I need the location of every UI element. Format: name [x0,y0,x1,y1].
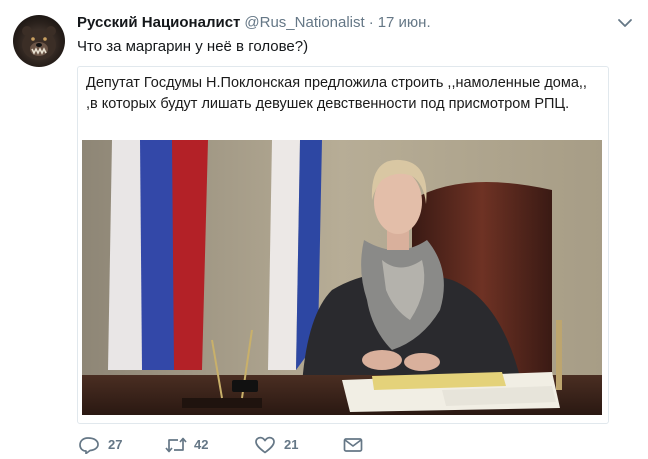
envelope-icon [343,438,363,452]
retweet-button[interactable]: 42 [164,435,224,455]
bear-avatar-image [22,26,56,60]
timestamp[interactable]: 17 июн. [378,14,431,31]
like-button[interactable]: 21 [254,435,314,455]
tweet-text: Что за маргарин у неё в голове?) [77,38,309,55]
card-caption: Депутат Госдумы Н.Поклонская предложила … [86,75,587,112]
media-card[interactable]: Депутат Госдумы Н.Поклонская предложила … [77,66,609,424]
direct-message-button[interactable] [342,435,366,455]
news-photo [82,140,602,415]
separator-dot: · [368,14,374,31]
retweet-icon [165,437,187,453]
avatar[interactable] [13,15,65,67]
like-count: 21 [284,437,299,452]
retweet-count: 42 [194,437,209,452]
more-options-button[interactable] [616,14,634,32]
tweet-header: Русский Националист @Rus_Nationalist · 17 и… [77,14,431,34]
user-handle[interactable]: @Rus_Nationalist [244,14,364,31]
reply-button[interactable]: 27 [78,435,138,455]
reply-icon [79,437,99,454]
reply-count: 27 [108,437,123,452]
heart-icon [255,436,275,454]
tweet: Русский Националист @Rus_Nationalist · 17 и… [0,0,648,459]
display-name[interactable]: Русский Националист [77,14,240,31]
chevron-down-icon [618,19,632,27]
